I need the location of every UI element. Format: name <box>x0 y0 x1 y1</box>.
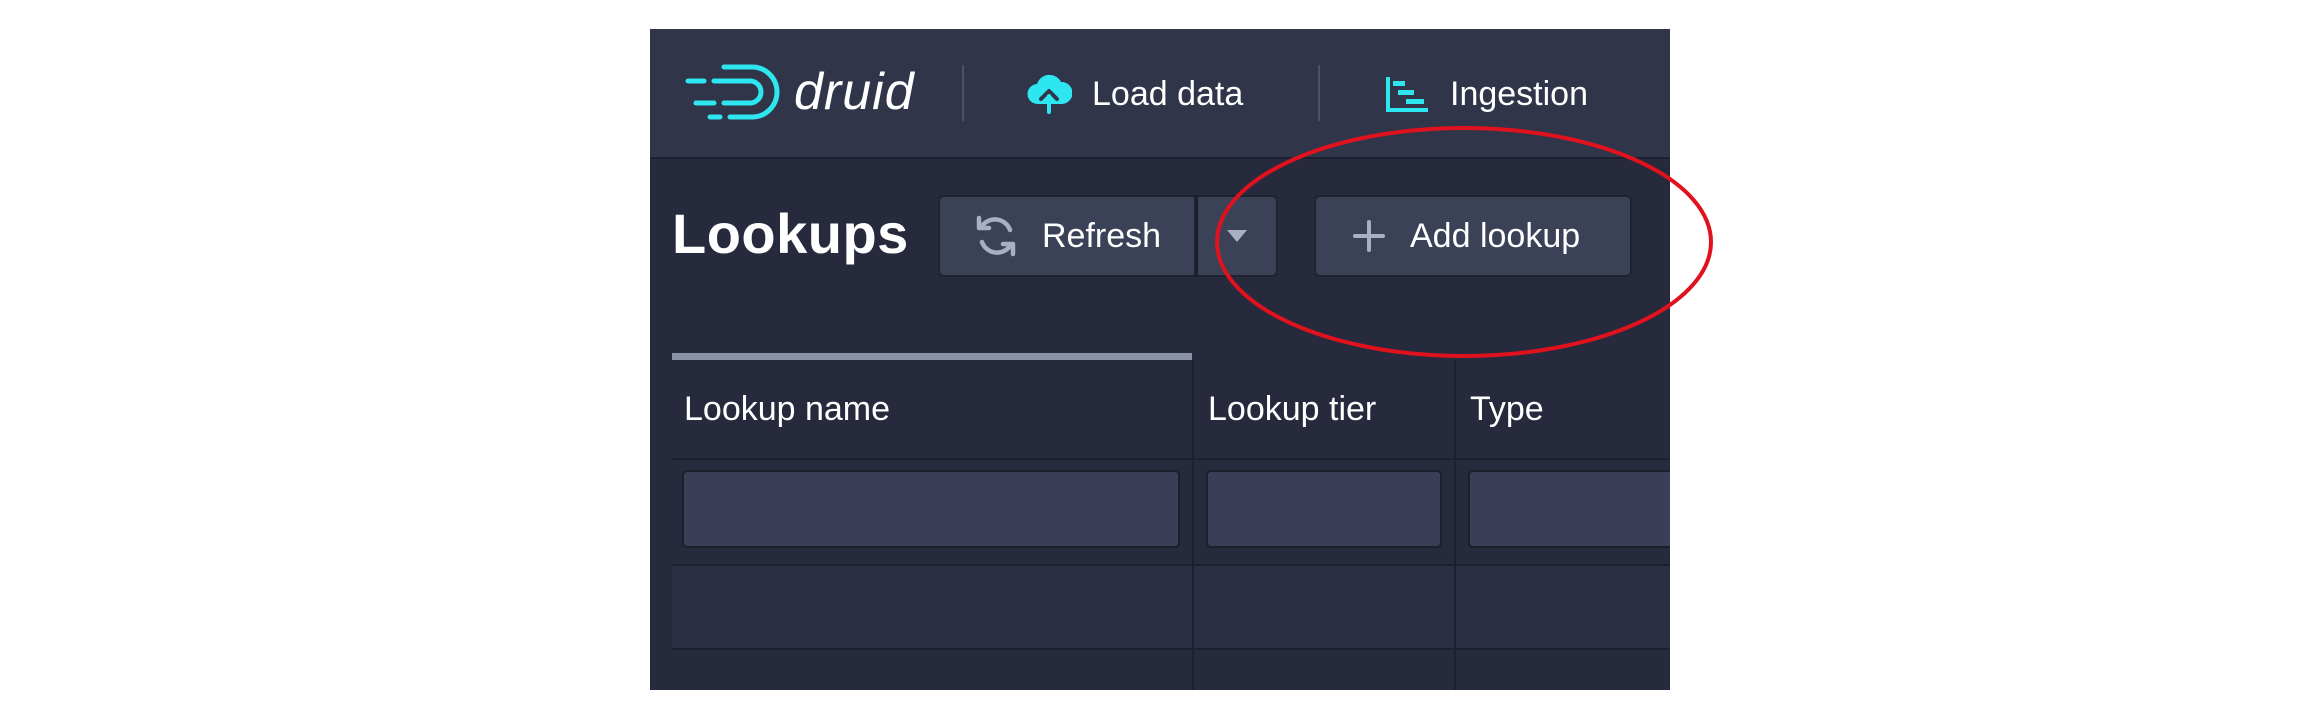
column-header-label: Lookup tier <box>1208 389 1377 428</box>
nav-divider <box>1318 65 1320 121</box>
cloud-upload-icon <box>1027 74 1072 114</box>
lookup-tier-filter-input[interactable] <box>1206 470 1442 548</box>
plus-icon <box>1353 220 1385 252</box>
type-filter-input[interactable] <box>1468 470 1670 548</box>
column-divider <box>1454 360 1456 690</box>
nav-load-data[interactable]: Load data <box>1026 65 1243 123</box>
column-resize-indicator[interactable] <box>672 353 1192 360</box>
lookup-name-filter-input[interactable] <box>682 470 1180 548</box>
column-header-lookup-name[interactable]: Lookup name <box>684 360 890 458</box>
druid-console: druid Load data Ingestion Lookups Refres… <box>650 29 1670 690</box>
gantt-chart-icon <box>1386 77 1428 112</box>
druid-logo-icon <box>685 64 780 120</box>
refresh-icon <box>976 215 1016 257</box>
refresh-button[interactable]: Refresh <box>938 195 1196 277</box>
refresh-label: Refresh <box>1042 216 1162 255</box>
table-row <box>672 566 1670 650</box>
column-divider <box>1192 360 1194 690</box>
add-lookup-button[interactable]: Add lookup <box>1314 195 1632 277</box>
logo-text: druid <box>794 63 915 121</box>
column-header-type[interactable]: Type <box>1470 360 1544 458</box>
refresh-options-button[interactable] <box>1196 195 1278 277</box>
column-header-label: Lookup name <box>684 389 891 428</box>
nav-load-data-label: Load data <box>1092 74 1244 113</box>
caret-down-icon <box>1227 230 1247 242</box>
top-navbar: druid Load data Ingestion <box>650 29 1670 159</box>
column-header-label: Type <box>1470 389 1544 428</box>
column-header-lookup-tier[interactable]: Lookup tier <box>1208 360 1376 458</box>
filter-row <box>672 460 1670 566</box>
nav-ingestion[interactable]: Ingestion <box>1384 65 1588 123</box>
page-title: Lookups <box>672 202 909 265</box>
add-lookup-label: Add lookup <box>1410 216 1581 255</box>
table-header: Lookup name Lookup tier Type <box>672 360 1670 460</box>
nav-ingestion-label: Ingestion <box>1450 74 1588 113</box>
nav-divider <box>962 65 964 121</box>
